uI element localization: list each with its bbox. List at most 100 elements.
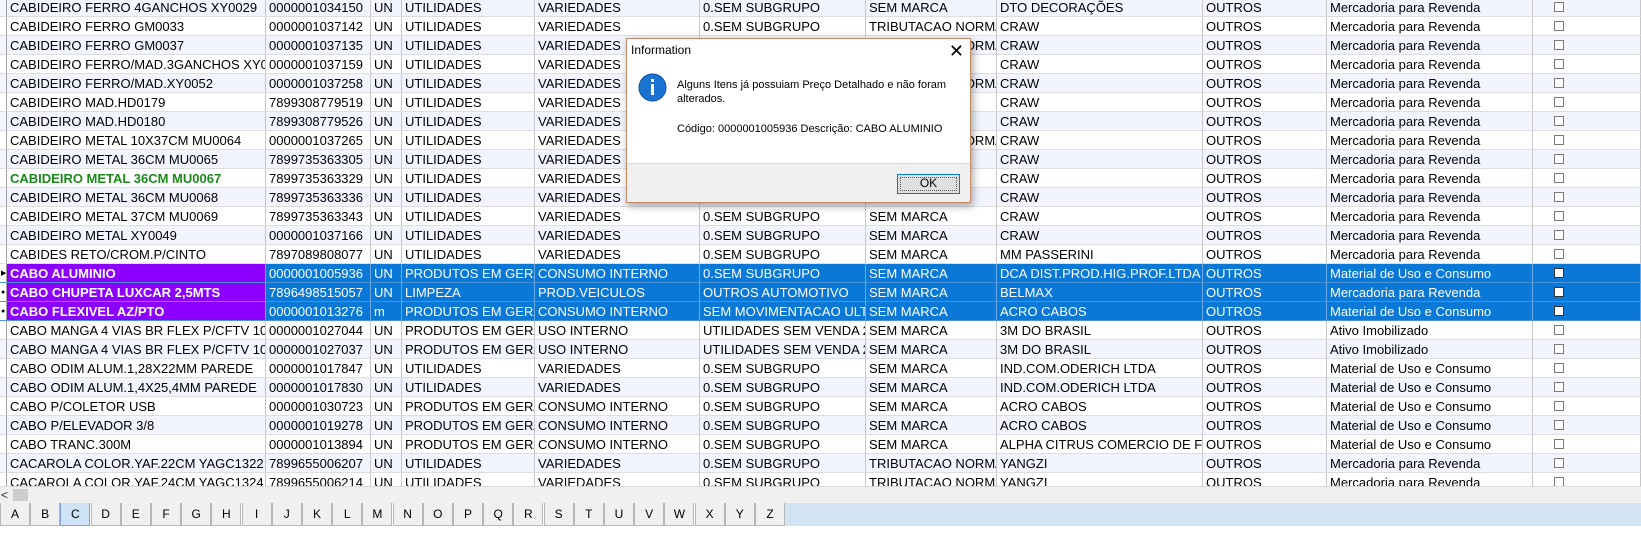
row-indicator[interactable] <box>0 416 7 435</box>
row-indicator[interactable] <box>0 473 7 486</box>
cell-category[interactable]: 0.SEM SUBGRUPO <box>700 17 866 36</box>
table-row[interactable]: CACAROLA COLOR.YAF.24CM YAGC1324 78996550… <box>0 473 1641 486</box>
cell-product-name[interactable]: CABO CHUPETA LUXCAR 2,5MTS <box>7 283 266 302</box>
row-indicator[interactable] <box>0 0 7 17</box>
cell-supplier[interactable]: 3M DO BRASIL <box>997 321 1203 340</box>
cell-group[interactable]: UTILIDADES <box>402 188 535 207</box>
row-checkbox[interactable] <box>1554 97 1564 107</box>
cell-type[interactable]: OUTROS <box>1203 150 1327 169</box>
cell-supplier[interactable]: ACRO CABOS <box>997 416 1203 435</box>
cell-type[interactable]: OUTROS <box>1203 378 1327 397</box>
letter-tab-m[interactable]: M <box>362 503 393 526</box>
row-indicator[interactable] <box>0 17 7 36</box>
row-checkbox[interactable] <box>1554 154 1564 164</box>
cell-unit[interactable]: UN <box>371 397 402 416</box>
row-checkbox[interactable] <box>1554 458 1564 468</box>
row-indicator[interactable] <box>0 131 7 150</box>
cell-purpose[interactable]: Mercadoria para Revenda <box>1327 150 1533 169</box>
cell-supplier[interactable]: CRAW <box>997 55 1203 74</box>
cell-product-name[interactable]: CABIDEIRO MAD.HD0180 <box>7 112 266 131</box>
cell-product-code[interactable]: 0000001037135 <box>266 36 371 55</box>
cell-unit[interactable]: UN <box>371 245 402 264</box>
row-indicator[interactable] <box>0 74 7 93</box>
cell-category[interactable]: 0.SEM SUBGRUPO <box>700 359 866 378</box>
cell-unit[interactable]: UN <box>371 112 402 131</box>
cell-purpose[interactable]: Mercadoria para Revenda <box>1327 207 1533 226</box>
cell-supplier[interactable]: IND.COM.ODERICH LTDA <box>997 378 1203 397</box>
cell-category[interactable]: UTILIDADES SEM VENDA 2019 <box>700 340 866 359</box>
cell-group[interactable]: UTILIDADES <box>402 245 535 264</box>
cell-group[interactable]: PRODUTOS EM GERAL <box>402 321 535 340</box>
cell-purpose[interactable]: Material de Uso e Consumo <box>1327 302 1533 321</box>
row-checkbox[interactable] <box>1554 306 1564 316</box>
cell-group[interactable]: PRODUTOS EM GERAL <box>402 435 535 454</box>
row-checkbox[interactable] <box>1554 135 1564 145</box>
cell-group[interactable]: UTILIDADES <box>402 378 535 397</box>
cell-group[interactable]: UTILIDADES <box>402 36 535 55</box>
cell-purpose[interactable]: Mercadoria para Revenda <box>1327 0 1533 17</box>
cell-purpose[interactable]: Material de Uso e Consumo <box>1327 378 1533 397</box>
table-row[interactable]: CABO ODIM ALUM.1,4X25,4MM PAREDE 00000010… <box>0 378 1641 397</box>
cell-unit[interactable]: UN <box>371 359 402 378</box>
row-checkbox[interactable] <box>1554 192 1564 202</box>
table-row[interactable]: CABO P/ELEVADOR 3/8 0000001019278 UN PRODUT… <box>0 416 1641 435</box>
cell-brand[interactable]: SEM MARCA <box>866 435 997 454</box>
cell-purpose[interactable]: Material de Uso e Consumo <box>1327 397 1533 416</box>
cell-product-name[interactable]: CABO ODIM ALUM.1,4X25,4MM PAREDE <box>7 378 266 397</box>
cell-unit[interactable]: UN <box>371 226 402 245</box>
cell-group[interactable]: UTILIDADES <box>402 359 535 378</box>
cell-product-code[interactable]: 0000001037265 <box>266 131 371 150</box>
row-indicator[interactable]: ● <box>0 302 7 321</box>
row-indicator[interactable]: ▶ <box>0 264 7 283</box>
cell-subgroup[interactable]: CONSUMO INTERNO <box>535 302 700 321</box>
cell-type[interactable]: OUTROS <box>1203 454 1327 473</box>
row-checkbox[interactable] <box>1554 59 1564 69</box>
cell-group[interactable]: UTILIDADES <box>402 169 535 188</box>
row-indicator[interactable]: ● <box>0 283 7 302</box>
cell-type[interactable]: OUTROS <box>1203 283 1327 302</box>
cell-unit[interactable]: UN <box>371 0 402 17</box>
cell-purpose[interactable]: Mercadoria para Revenda <box>1327 454 1533 473</box>
cell-subgroup[interactable]: VARIEDADES <box>535 473 700 486</box>
cell-group[interactable]: UTILIDADES <box>402 112 535 131</box>
cell-purpose[interactable]: Ativo Imobilizado <box>1327 321 1533 340</box>
row-checkbox[interactable] <box>1554 287 1564 297</box>
cell-supplier[interactable]: CRAW <box>997 131 1203 150</box>
cell-subgroup[interactable]: CONSUMO INTERNO <box>535 416 700 435</box>
cell-product-name[interactable]: CACAROLA COLOR.YAF.22CM YAGC1322 <box>7 454 266 473</box>
cell-type[interactable]: OUTROS <box>1203 0 1327 17</box>
cell-unit[interactable]: UN <box>371 321 402 340</box>
cell-product-code[interactable]: 7899735363336 <box>266 188 371 207</box>
cell-product-name[interactable]: CABO P/ELEVADOR 3/8 <box>7 416 266 435</box>
letter-tab-n[interactable]: N <box>392 503 423 526</box>
row-checkbox[interactable] <box>1554 249 1564 259</box>
letter-tab-g[interactable]: G <box>181 503 212 526</box>
row-checkbox[interactable] <box>1554 439 1564 449</box>
cell-group[interactable]: UTILIDADES <box>402 55 535 74</box>
table-row[interactable]: ● CABO CHUPETA LUXCAR 2,5MTS 7896498515057… <box>0 283 1641 302</box>
cell-unit[interactable]: UN <box>371 207 402 226</box>
cell-type[interactable]: OUTROS <box>1203 188 1327 207</box>
cell-purpose[interactable]: Mercadoria para Revenda <box>1327 93 1533 112</box>
cell-product-name[interactable]: CABO MANGA 4 VIAS BR FLEX P/CFTV 100M <box>7 340 266 359</box>
cell-subgroup[interactable]: CONSUMO INTERNO <box>535 397 700 416</box>
cell-product-name[interactable]: CABIDEIRO FERRO GM0033 <box>7 17 266 36</box>
horizontal-scrollbar[interactable]: < <box>0 486 1641 503</box>
cell-group[interactable]: UTILIDADES <box>402 93 535 112</box>
cell-purpose[interactable]: Mercadoria para Revenda <box>1327 473 1533 486</box>
row-checkbox[interactable] <box>1554 173 1564 183</box>
cell-group[interactable]: PRODUTOS EM GERAL <box>402 340 535 359</box>
row-indicator[interactable] <box>0 93 7 112</box>
cell-category[interactable]: 0.SEM SUBGRUPO <box>700 264 866 283</box>
cell-product-code[interactable]: 0000001037258 <box>266 74 371 93</box>
row-indicator[interactable] <box>0 150 7 169</box>
cell-purpose[interactable]: Mercadoria para Revenda <box>1327 283 1533 302</box>
letter-tab-k[interactable]: K <box>302 503 332 526</box>
row-indicator[interactable] <box>0 188 7 207</box>
cell-unit[interactable]: UN <box>371 36 402 55</box>
cell-group[interactable]: UTILIDADES <box>402 0 535 17</box>
letter-tab-j[interactable]: J <box>271 503 302 526</box>
letter-tab-y[interactable]: Y <box>724 503 755 526</box>
cell-product-name[interactable]: CABIDEIRO MAD.HD0179 <box>7 93 266 112</box>
cell-product-name[interactable]: CABO FLEXIVEL AZ/PTO <box>7 302 266 321</box>
